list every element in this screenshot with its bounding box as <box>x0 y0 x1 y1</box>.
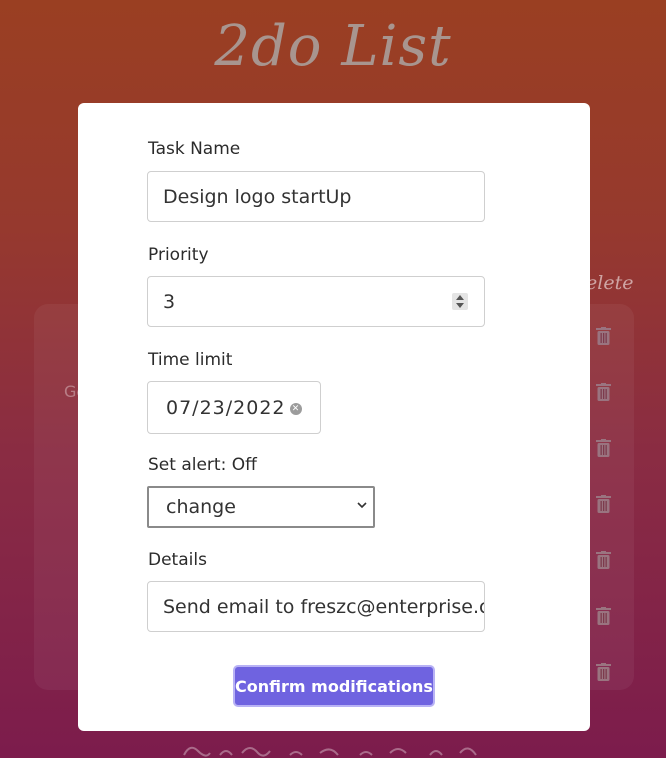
trash-icon[interactable] <box>596 663 611 681</box>
priority-label: Priority <box>148 245 209 265</box>
task-name-input[interactable]: Design logo startUp <box>147 171 485 222</box>
task-name-label: Task Name <box>148 139 241 159</box>
chevron-down-icon <box>357 502 367 509</box>
alert-select[interactable]: change <box>147 486 375 528</box>
clear-icon[interactable]: ✕ <box>290 403 302 415</box>
footer-decoration <box>180 740 500 758</box>
edit-task-modal: Task Name Design logo startUp Priority 3… <box>78 103 590 731</box>
task-name-value: Design logo startUp <box>163 185 352 208</box>
alert-select-value: change <box>166 496 236 518</box>
delete-column-header: elete <box>586 272 634 294</box>
priority-input[interactable]: 3 <box>147 276 485 327</box>
details-input[interactable]: Send email to freszc@enterprise.c <box>147 581 485 632</box>
time-limit-label: Time limit <box>148 350 233 370</box>
time-limit-input[interactable]: 07/23/2022 ✕ <box>147 381 321 434</box>
trash-icon[interactable] <box>596 551 611 569</box>
trash-icon[interactable] <box>596 383 611 401</box>
details-label: Details <box>148 550 207 570</box>
details-value: Send email to freszc@enterprise.c <box>163 595 485 618</box>
app-title: 2do List <box>214 14 452 79</box>
alert-label: Set alert: Off <box>148 455 257 475</box>
number-spinner[interactable] <box>452 293 468 310</box>
trash-icon[interactable] <box>596 495 611 513</box>
trash-icon[interactable] <box>596 607 611 625</box>
priority-value: 3 <box>163 290 176 313</box>
trash-icon[interactable] <box>596 439 611 457</box>
trash-icon[interactable] <box>596 327 611 345</box>
confirm-modifications-button[interactable]: Confirm modifications <box>233 665 435 707</box>
time-limit-value: 07/23/2022 <box>166 396 286 419</box>
